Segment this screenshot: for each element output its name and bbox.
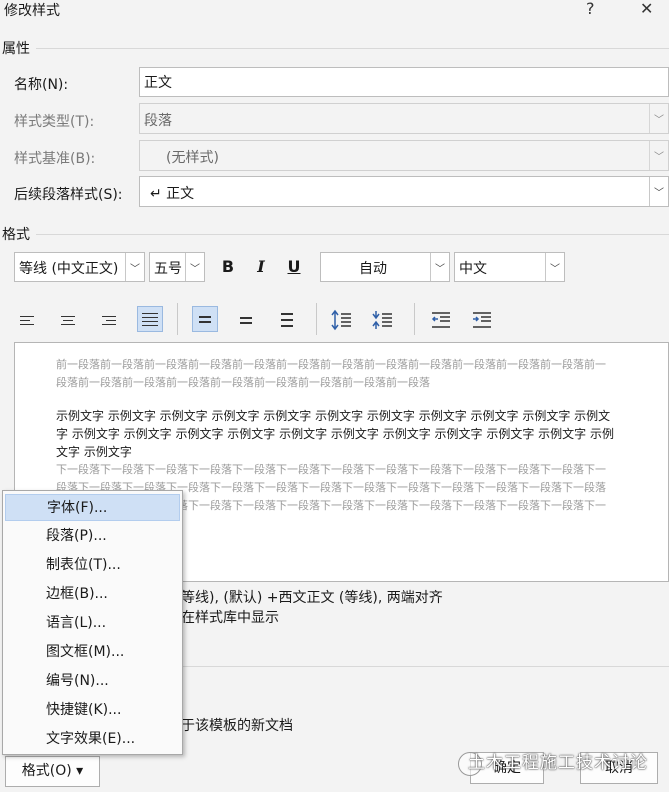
name-value: 正文 xyxy=(144,75,172,91)
next-style-select[interactable]: ↵ 正文 ﹀ xyxy=(139,176,669,207)
toolbar-separator xyxy=(414,303,415,335)
divider xyxy=(36,48,669,49)
menu-item-numbering[interactable]: 编号(N)... xyxy=(5,668,180,695)
align-left-button[interactable] xyxy=(14,307,40,333)
decrease-spacing-button[interactable] xyxy=(369,307,395,333)
one-half-spacing-button[interactable] xyxy=(233,307,259,333)
format-section-label: 格式 xyxy=(2,227,30,243)
help-button[interactable]: ? xyxy=(586,0,595,18)
style-based-on-select[interactable]: (无样式) ﹀ xyxy=(139,140,669,171)
style-based-on-label: 样式基准(B): xyxy=(14,151,96,167)
chevron-down-icon: ﹀ xyxy=(649,141,668,170)
double-spacing-button[interactable] xyxy=(274,307,300,333)
style-type-select[interactable]: 段落 ﹀ xyxy=(139,103,669,134)
name-label: 名称(N): xyxy=(14,77,69,93)
justify-button[interactable] xyxy=(137,306,163,332)
template-option: 于该模板的新文档 xyxy=(181,718,293,734)
style-type-label: 样式类型(T): xyxy=(14,114,95,130)
justify-icon xyxy=(142,312,158,326)
align-right-icon xyxy=(102,315,116,325)
double-spacing-icon xyxy=(281,313,293,327)
next-style-label: 后续段落样式(S): xyxy=(14,187,123,203)
indent-decrease-icon xyxy=(431,312,450,328)
menu-item-text-effects[interactable]: 文字效果(E)... xyxy=(5,726,180,753)
chevron-down-icon: ﹀ xyxy=(545,253,564,281)
next-style-value: ↵ 正文 xyxy=(150,186,195,202)
bold-button[interactable]: B xyxy=(216,255,240,279)
increase-indent-button[interactable] xyxy=(469,307,495,333)
menu-item-tabs[interactable]: 制表位(T)... xyxy=(5,552,180,579)
close-button[interactable]: ✕ xyxy=(640,0,653,18)
italic-button[interactable]: I xyxy=(249,255,273,279)
chevron-down-icon: ﹀ xyxy=(649,104,668,133)
menu-item-shortcut-key[interactable]: 快捷键(K)... xyxy=(5,697,180,724)
size-value: 五号 xyxy=(154,261,182,277)
underline-button[interactable]: U xyxy=(282,255,306,279)
font-color-value: 自动 xyxy=(359,261,387,277)
font-select[interactable]: 等线 (中文正文) ﹀ xyxy=(14,252,145,282)
decrease-indent-button[interactable] xyxy=(428,307,454,333)
align-left-icon xyxy=(20,315,34,325)
watermark: 土木工程施工技术讨论 xyxy=(468,753,648,773)
spacing-increase-icon xyxy=(331,309,351,331)
style-description-line: 等线), (默认) +西文正文 (等线), 两端对齐 xyxy=(181,590,443,606)
name-field[interactable]: 正文 xyxy=(139,67,669,97)
script-select[interactable]: 中文 ﹀ xyxy=(454,252,565,282)
font-color-select[interactable]: 自动 ﹀ xyxy=(320,252,450,282)
title-bar xyxy=(0,0,669,26)
style-based-on-value: (无样式) xyxy=(166,150,219,166)
menu-item-frame[interactable]: 图文框(M)... xyxy=(5,639,180,666)
align-center-button[interactable] xyxy=(55,307,81,333)
align-center-icon xyxy=(61,315,75,325)
script-value: 中文 xyxy=(459,261,487,277)
single-spacing-icon xyxy=(199,315,211,323)
font-value: 等线 (中文正文) xyxy=(19,261,119,277)
preview-sample-text: 示例文字 示例文字 示例文字 示例文字 示例文字 示例文字 示例文字 示例文字 … xyxy=(56,409,614,459)
one-half-spacing-icon xyxy=(240,316,252,324)
chevron-down-icon: ﹀ xyxy=(649,177,668,206)
size-select[interactable]: 五号 ﹀ xyxy=(149,252,205,282)
style-gallery-option: 在样式库中显示 xyxy=(181,610,279,626)
format-dropdown-menu: 字体(F)... 段落(P)... 制表位(T)... 边框(B)... 语言(… xyxy=(2,490,183,755)
properties-section-label: 属性 xyxy=(2,41,30,57)
increase-spacing-button[interactable] xyxy=(328,307,354,333)
spacing-decrease-icon xyxy=(372,311,392,329)
chevron-down-icon: ﹀ xyxy=(185,253,204,281)
preview-previous-paragraph: 前一段落前一段落前一段落前一段落前一段落前一段落前一段落前一段落前一段落前一段落… xyxy=(56,358,606,389)
indent-increase-icon xyxy=(473,312,491,328)
single-spacing-button[interactable] xyxy=(192,306,218,332)
divider xyxy=(36,234,669,235)
menu-item-language[interactable]: 语言(L)... xyxy=(5,610,180,637)
chevron-down-icon: ﹀ xyxy=(125,253,144,281)
toolbar-separator xyxy=(177,303,178,335)
toolbar-separator xyxy=(316,303,317,335)
align-right-button[interactable] xyxy=(96,307,122,333)
menu-item-paragraph[interactable]: 段落(P)... xyxy=(5,523,180,550)
dialog-title: 修改样式 xyxy=(4,3,60,19)
menu-item-font[interactable]: 字体(F)... xyxy=(5,494,180,521)
menu-item-border[interactable]: 边框(B)... xyxy=(5,581,180,608)
chevron-down-icon: ﹀ xyxy=(430,253,449,281)
style-type-value: 段落 xyxy=(144,113,172,129)
format-menu-button[interactable]: 格式(O) ▾ xyxy=(5,756,100,787)
